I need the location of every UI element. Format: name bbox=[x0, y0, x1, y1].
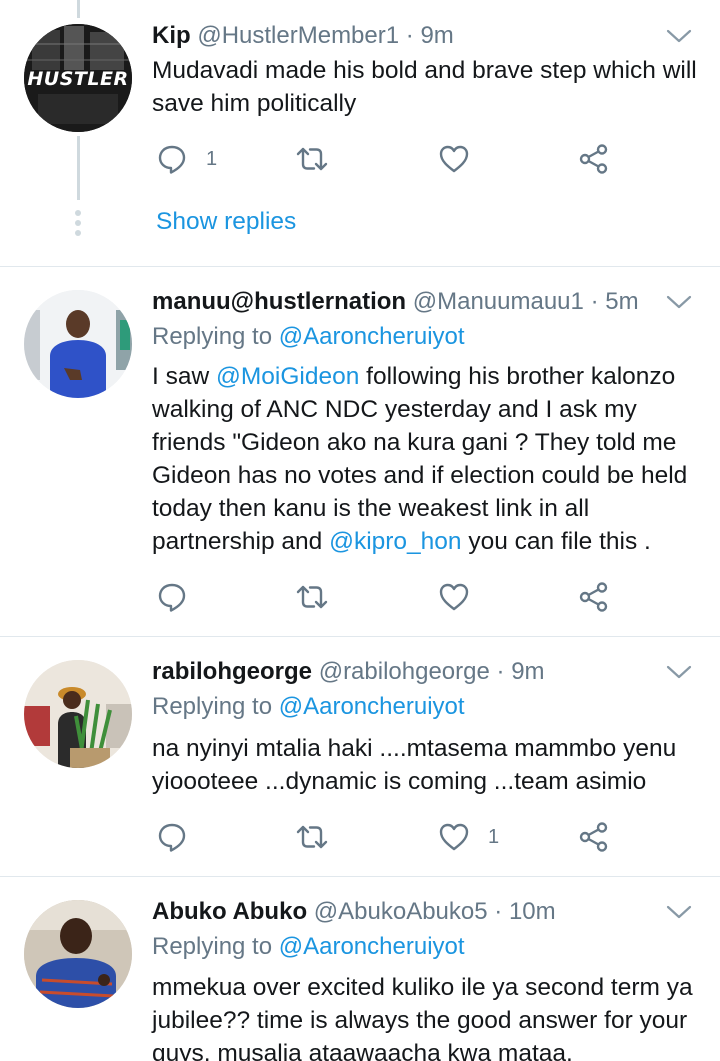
separator-dot: · bbox=[494, 898, 503, 925]
share-icon bbox=[579, 582, 608, 612]
thread-line bbox=[77, 0, 80, 18]
tweet-3[interactable]: rabilohgeorge @rabilohgeorge · 9m Replyi… bbox=[0, 654, 720, 876]
tweet-4[interactable]: Abuko Abuko @AbukoAbuko5 · 10m Replying … bbox=[0, 894, 720, 1061]
tweet-text: Mudavadi made his bold and brave step wh… bbox=[152, 57, 697, 117]
chevron-down-icon[interactable] bbox=[666, 26, 692, 46]
action-bar: 1 bbox=[152, 820, 632, 854]
replying-to: Replying to @Aaroncheruiyot bbox=[152, 930, 465, 964]
tweet-2[interactable]: manuu@hustlernation @Manuumauu1 · 5m Rep… bbox=[0, 284, 720, 636]
retweet-button[interactable] bbox=[296, 580, 328, 614]
divider bbox=[0, 876, 720, 877]
action-bar bbox=[152, 580, 632, 614]
timestamp[interactable]: 9m bbox=[511, 658, 544, 685]
replying-to-label: Replying to bbox=[152, 693, 273, 720]
mention-link[interactable]: @MoiGideon bbox=[216, 363, 359, 390]
timestamp[interactable]: 5m bbox=[605, 288, 638, 315]
user-handle[interactable]: @rabilohgeorge bbox=[319, 658, 490, 685]
like-count: 1 bbox=[488, 825, 500, 848]
user-handle[interactable]: @Manuumauu1 bbox=[413, 288, 584, 315]
timestamp[interactable]: 9m bbox=[420, 22, 453, 49]
tweet-header: Kip @HustlerMember1 · 9m bbox=[152, 18, 454, 54]
separator-dot: · bbox=[405, 22, 414, 49]
reply-button[interactable] bbox=[156, 580, 206, 614]
divider bbox=[0, 266, 720, 267]
retweet-icon bbox=[296, 825, 328, 849]
like-button[interactable] bbox=[438, 580, 488, 614]
user-handle[interactable]: @AbukoAbuko5 bbox=[314, 898, 488, 925]
display-name[interactable]: Abuko Abuko bbox=[152, 898, 307, 925]
text-segment: I saw bbox=[152, 363, 216, 390]
text-segment: following his brother kalonzo walking of… bbox=[152, 363, 688, 555]
share-icon bbox=[579, 144, 608, 174]
show-replies-link[interactable]: Show replies bbox=[156, 208, 296, 236]
tweet-text: na nyinyi mtalia haki ....mtasema mammbo… bbox=[152, 735, 677, 795]
like-button[interactable]: 1 bbox=[438, 820, 499, 854]
reply-count: 1 bbox=[206, 147, 218, 170]
replying-to-label: Replying to bbox=[152, 323, 273, 350]
reply-button[interactable] bbox=[156, 820, 206, 854]
chevron-down-icon[interactable] bbox=[666, 292, 692, 312]
tweet-text: I saw @MoiGideon following his brother k… bbox=[152, 360, 702, 558]
separator-dot: · bbox=[590, 288, 599, 315]
retweet-icon bbox=[296, 585, 328, 609]
retweet-button[interactable] bbox=[296, 820, 328, 854]
tweet-text: mmekua over excited kuliko ile ya second… bbox=[152, 974, 693, 1061]
reply-button[interactable]: 1 bbox=[156, 142, 217, 176]
share-button[interactable] bbox=[578, 820, 610, 854]
chevron-down-icon[interactable] bbox=[666, 902, 692, 922]
chevron-down-icon[interactable] bbox=[666, 662, 692, 682]
avatar[interactable] bbox=[24, 900, 132, 1008]
like-icon bbox=[439, 145, 469, 173]
replying-to-mention[interactable]: @Aaroncheruiyot bbox=[279, 933, 465, 960]
avatar[interactable] bbox=[24, 660, 132, 768]
reply-icon bbox=[158, 823, 186, 852]
user-handle[interactable]: @HustlerMember1 bbox=[197, 22, 399, 49]
display-name[interactable]: rabilohgeorge bbox=[152, 658, 312, 685]
retweet-button[interactable] bbox=[296, 142, 328, 176]
avatar-logo-text: HUSTLER bbox=[27, 68, 129, 90]
divider bbox=[0, 636, 720, 637]
avatar[interactable] bbox=[24, 290, 132, 398]
share-icon bbox=[579, 822, 608, 852]
avatar[interactable]: HUSTLER bbox=[24, 24, 132, 132]
share-button[interactable] bbox=[578, 580, 610, 614]
tweet-header: Abuko Abuko @AbukoAbuko5 · 10m bbox=[152, 894, 556, 930]
like-icon bbox=[439, 823, 469, 851]
reply-icon bbox=[158, 583, 186, 612]
display-name[interactable]: Kip bbox=[152, 22, 191, 49]
like-button[interactable] bbox=[438, 142, 488, 176]
timestamp[interactable]: 10m bbox=[509, 898, 556, 925]
replying-to-mention[interactable]: @Aaroncheruiyot bbox=[279, 323, 465, 350]
reply-icon bbox=[158, 145, 186, 174]
tweet-header: rabilohgeorge @rabilohgeorge · 9m bbox=[152, 654, 545, 690]
tweet-header: manuu@hustlernation @Manuumauu1 · 5m bbox=[152, 284, 639, 320]
share-button[interactable] bbox=[578, 142, 610, 176]
action-bar: 1 bbox=[152, 142, 632, 176]
tweet-1[interactable]: HUSTLER Kip @HustlerMember1 · 9m Mudavad… bbox=[0, 18, 720, 266]
replying-to: Replying to @Aaroncheruiyot bbox=[152, 690, 465, 724]
replying-to: Replying to @Aaroncheruiyot bbox=[152, 320, 465, 354]
display-name[interactable]: manuu@hustlernation bbox=[152, 288, 406, 315]
text-segment: you can file this . bbox=[461, 528, 651, 555]
like-icon bbox=[439, 583, 469, 611]
separator-dot: · bbox=[496, 658, 505, 685]
mention-link[interactable]: @kipro_hon bbox=[329, 528, 461, 555]
replying-to-label: Replying to bbox=[152, 933, 273, 960]
replying-to-mention[interactable]: @Aaroncheruiyot bbox=[279, 693, 465, 720]
retweet-icon bbox=[296, 147, 328, 171]
